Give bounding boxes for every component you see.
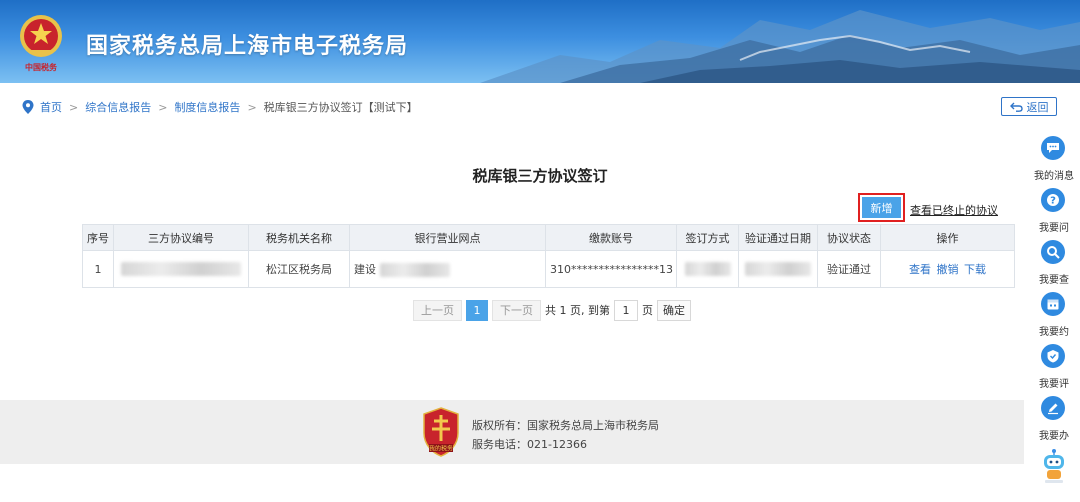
breadcrumb: 首页 > 综合信息报告 > 制度信息报告 > 税库银三方协议签订【测试下】: [22, 98, 418, 116]
table-header-row: 序号 三方协议编号 税务机关名称 银行营业网点 缴款账号 签订方式 验证通过日期…: [82, 224, 1015, 251]
download-link[interactable]: 下载: [964, 263, 986, 276]
cell-sign-method-redacted: [676, 250, 739, 288]
sidebar-item-messages[interactable]: 我的消息: [1024, 134, 1080, 186]
redacted-text: [745, 262, 811, 276]
bank-branch-text: 建设: [354, 263, 376, 276]
footer-logo-caption: 我的税务: [429, 445, 453, 453]
prev-page-button[interactable]: 上一页: [413, 299, 462, 321]
cell-protocol-no-redacted: [113, 250, 249, 288]
svg-text:?: ?: [1050, 196, 1056, 207]
calendar-icon: [1041, 292, 1065, 316]
view-link[interactable]: 查看: [909, 263, 931, 276]
sidebar-label: 我的消息: [1034, 171, 1074, 182]
goto-page-input[interactable]: [614, 299, 638, 321]
redacted-text: [121, 262, 241, 276]
breadcrumb-separator: >: [158, 100, 168, 114]
breadcrumb-general-info-report[interactable]: 综合信息报告: [85, 99, 151, 115]
redacted-text: [379, 263, 450, 277]
breadcrumb-separator: >: [69, 100, 79, 114]
page-title: 税库银三方协议签订: [472, 167, 608, 185]
location-pin-icon: [22, 100, 34, 114]
breadcrumb-current: 税库银三方协议签订【测试下】: [263, 101, 418, 114]
sidebar-item-search[interactable]: 我要查: [1024, 238, 1080, 290]
column-header: 协议状态: [817, 224, 881, 251]
sidebar-item-rate[interactable]: 我要评: [1024, 342, 1080, 394]
site-header: 中国税务 国家税务总局上海市电子税务局: [0, 0, 1080, 83]
sidebar-item-ask[interactable]: ? 我要问: [1024, 186, 1080, 238]
sidebar-label: 我要评: [1039, 379, 1069, 390]
sidebar-label: 我要办: [1039, 431, 1069, 442]
svg-text:中国税务: 中国税务: [25, 62, 58, 72]
column-header: 税务机关名称: [248, 224, 350, 251]
column-header: 签订方式: [676, 224, 739, 251]
sidebar-item-appointment[interactable]: 我要约: [1024, 290, 1080, 342]
redacted-text: [684, 262, 731, 276]
cell-account: 310****************13: [545, 250, 677, 288]
column-header: 序号: [82, 224, 114, 251]
robot-assistant-icon[interactable]: [1040, 448, 1068, 484]
breadcrumb-home[interactable]: 首页: [40, 99, 62, 115]
edit-icon: [1041, 396, 1065, 420]
site-title: 国家税务总局上海市电子税务局: [86, 34, 409, 59]
current-page-button[interactable]: 1: [466, 299, 488, 321]
column-header: 三方协议编号: [113, 224, 249, 251]
rate-icon: [1041, 344, 1065, 368]
service-phone-text: 服务电话：021-12366: [472, 438, 587, 451]
question-icon: ?: [1041, 188, 1065, 212]
view-terminated-protocols-link[interactable]: 查看已终止的协议: [910, 202, 998, 218]
table-row: 1 松江区税务局 建设 310****************13 验证通过 查…: [82, 250, 1015, 288]
next-page-button[interactable]: 下一页: [492, 299, 541, 321]
tax-shield-logo: 我的税务: [423, 407, 459, 457]
protocol-table: 序号 三方协议编号 税务机关名称 银行营业网点 缴款账号 签订方式 验证通过日期…: [82, 224, 1015, 288]
cell-status: 验证通过: [817, 250, 881, 288]
cell-index: 1: [82, 250, 114, 288]
column-header: 操作: [880, 224, 1015, 251]
search-icon: [1041, 240, 1065, 264]
page-unit-text: 页: [642, 304, 653, 317]
revoke-link[interactable]: 撤销: [937, 263, 959, 276]
column-header: 验证通过日期: [738, 224, 818, 251]
footer-info: 版权所有：国家税务总局上海市税务局 服务电话：021-12366: [472, 416, 659, 454]
column-header: 银行营业网点: [349, 224, 546, 251]
column-header: 缴款账号: [545, 224, 677, 251]
confirm-goto-button[interactable]: 确定: [657, 299, 691, 321]
cell-actions: 查看 撤销 下载: [880, 250, 1015, 288]
copyright-text: 版权所有：国家税务总局上海市税务局: [472, 419, 659, 432]
sidebar-label: 我要问: [1039, 223, 1069, 234]
pagination: 上一页 1 下一页 共 1 页, 到第 页 确定: [413, 299, 691, 321]
total-pages-text: 共 1 页, 到第: [545, 304, 610, 317]
add-button[interactable]: 新增: [862, 197, 901, 218]
return-arrow-icon: [1009, 102, 1023, 112]
back-button[interactable]: 返回: [1001, 97, 1057, 116]
cell-bank-branch: 建设: [349, 250, 546, 288]
sidebar-label: 我要查: [1039, 275, 1069, 286]
cell-tax-office: 松江区税务局: [248, 250, 350, 288]
footer: 我的税务 版权所有：国家税务总局上海市税务局 服务电话：021-12366: [0, 400, 1024, 464]
sidebar-label: 我要约: [1039, 327, 1069, 338]
back-button-label: 返回: [1026, 100, 1049, 114]
cell-verify-date-redacted: [738, 250, 818, 288]
breadcrumb-separator: >: [247, 100, 257, 114]
breadcrumb-system-info-report[interactable]: 制度信息报告: [174, 99, 240, 115]
sidebar-item-handle[interactable]: 我要办: [1024, 394, 1080, 446]
message-icon: [1041, 136, 1065, 160]
national-emblem-logo: 中国税务: [20, 15, 62, 72]
